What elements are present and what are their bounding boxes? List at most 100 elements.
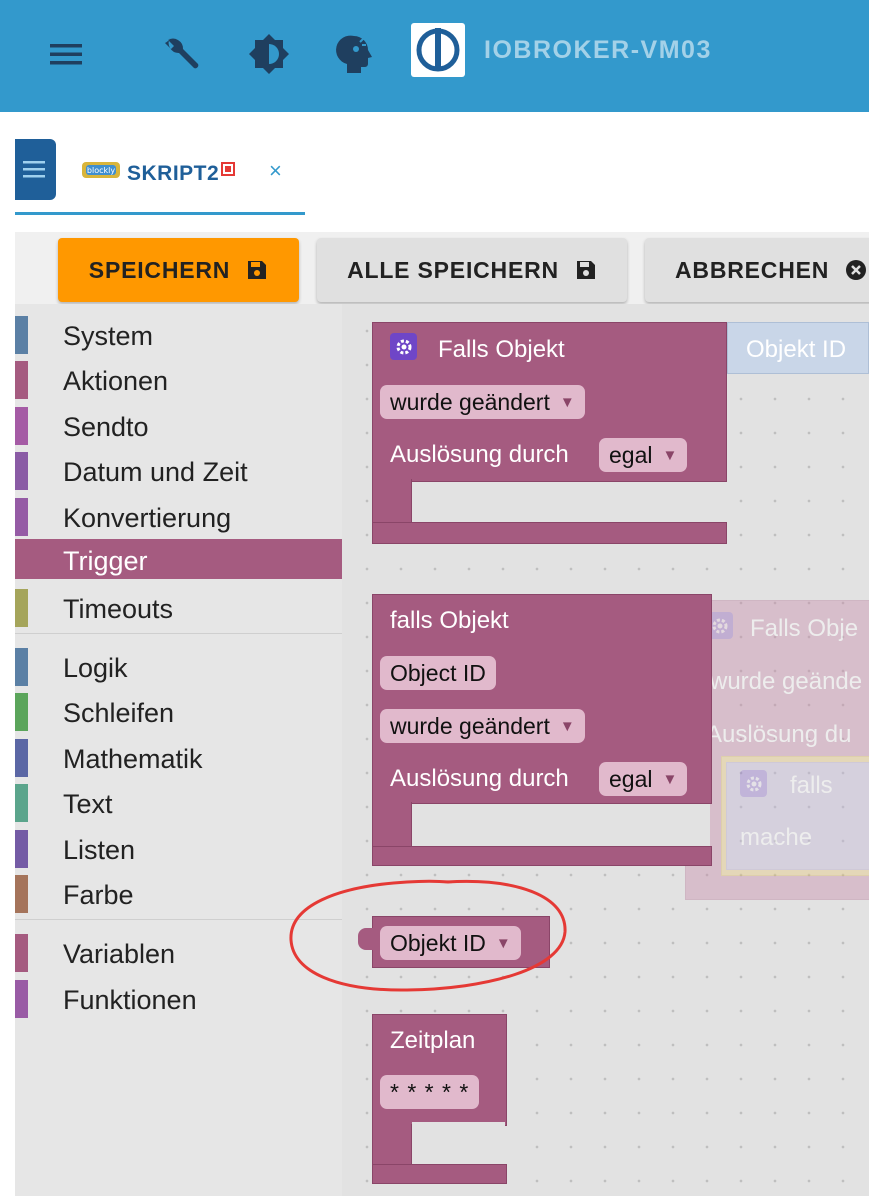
toolbox-category-datum-und-zeit[interactable]: Datum und Zeit xyxy=(15,448,342,492)
category-color-stripe xyxy=(15,875,28,913)
cancel-button[interactable]: ABBRECHEN xyxy=(645,238,869,302)
statement-slot[interactable] xyxy=(412,804,710,846)
toolbox-category-trigger[interactable]: Trigger xyxy=(15,539,342,579)
category-label: Funktionen xyxy=(63,985,197,1015)
toolbox-category-system[interactable]: System xyxy=(15,312,342,356)
category-label: Listen xyxy=(63,835,136,865)
chevron-down-icon: ▼ xyxy=(662,770,678,788)
category-color-stripe xyxy=(15,739,28,777)
category-label: Farbe xyxy=(63,880,134,910)
category-color-stripe xyxy=(15,784,28,822)
statement-slot[interactable] xyxy=(412,482,725,522)
gear-icon xyxy=(740,770,767,797)
category-label: Datum und Zeit xyxy=(63,457,248,487)
category-color-stripe xyxy=(15,980,28,1018)
scripts-menu-button[interactable] xyxy=(15,139,56,200)
object-id-field[interactable]: Object ID xyxy=(380,656,496,690)
category-color-stripe xyxy=(15,934,28,972)
floppy-icon xyxy=(576,261,595,279)
gear-icon[interactable] xyxy=(390,333,417,360)
schedule-block-foot xyxy=(372,1164,507,1184)
toolbox-category-mathematik[interactable]: Mathematik xyxy=(15,735,342,779)
category-color-stripe xyxy=(15,498,28,536)
brightness-icon[interactable] xyxy=(245,30,293,78)
category-label: Sendto xyxy=(63,412,149,442)
trigger-block-foot xyxy=(372,846,712,866)
trigger-source-value: egal xyxy=(609,441,653,468)
toolbox-category-schleifen[interactable]: Schleifen xyxy=(15,689,342,733)
trigger-source-dropdown[interactable]: egal ▼ xyxy=(599,762,688,796)
save-all-button[interactable]: ALLE SPEICHERN xyxy=(317,238,627,302)
category-label: Aktionen xyxy=(63,366,169,396)
trigger-label: Auslösung durch xyxy=(390,441,569,468)
ghost-if-label: falls xyxy=(790,772,833,799)
trigger-source-value: egal xyxy=(609,765,653,792)
category-color-stripe xyxy=(15,589,28,627)
toolbox-category-sendto[interactable]: Sendto xyxy=(15,403,342,447)
toolbox-category-konvertierung[interactable]: Konvertierung xyxy=(15,494,342,538)
script-stopped-icon xyxy=(221,162,235,176)
blockly-toolbox: System Aktionen Sendto Datum und Zeit Ko… xyxy=(15,304,342,1196)
ghost-do-label: mache xyxy=(740,824,813,851)
category-label: Timeouts xyxy=(63,594,174,624)
category-color-stripe xyxy=(15,316,28,354)
category-label: Schleifen xyxy=(63,698,175,728)
event-dropdown-value: wurde geändert xyxy=(390,712,550,739)
blockly-icon: blockly xyxy=(80,150,122,190)
category-label: Variablen xyxy=(63,939,176,969)
category-color-stripe xyxy=(15,407,28,445)
red-highlight-circle xyxy=(289,879,567,992)
save-all-button-label: ALLE SPEICHERN xyxy=(347,256,559,283)
category-label: Mathematik xyxy=(63,744,203,774)
trigger-label: Auslösung durch xyxy=(390,765,569,792)
event-dropdown-value: wurde geändert xyxy=(390,388,550,415)
cron-pattern-value: * * * * * xyxy=(390,1078,470,1105)
object-id-field-value: Object ID xyxy=(390,659,486,686)
trigger-source-dropdown[interactable]: egal ▼ xyxy=(599,438,688,472)
toolbox-category-aktionen[interactable]: Aktionen xyxy=(15,357,342,401)
category-color-stripe xyxy=(15,648,28,686)
event-dropdown[interactable]: wurde geändert ▼ xyxy=(380,709,585,743)
trigger-block-foot xyxy=(372,522,727,544)
category-label: Logik xyxy=(63,653,128,683)
category-label: System xyxy=(63,321,154,351)
category-color-stripe xyxy=(15,830,28,868)
expert-mode-icon[interactable] xyxy=(332,30,380,78)
ghost-block-event: wurde geände xyxy=(710,668,863,695)
save-button-label: SPEICHERN xyxy=(88,256,231,283)
editor-toolbar: SPEICHERN ALLE SPEICHERN ABBRECHEN xyxy=(15,232,869,304)
toolbox-category-timeouts[interactable]: Timeouts xyxy=(15,585,342,629)
toolbox-category-text[interactable]: Text xyxy=(15,780,342,824)
schedule-block-title: Zeitplan xyxy=(390,1027,476,1054)
trigger-block-title: falls Objekt xyxy=(390,607,509,634)
wrench-icon[interactable] xyxy=(158,30,206,78)
tab-row: blockly SKRIPT2 × xyxy=(0,112,869,232)
app-bar: IOBROKER-VM03 xyxy=(0,0,869,112)
save-button[interactable]: SPEICHERN xyxy=(58,238,299,302)
tab-close-icon[interactable]: × xyxy=(269,158,282,184)
chevron-down-icon: ▼ xyxy=(559,393,575,411)
category-color-stripe xyxy=(15,452,28,490)
event-dropdown[interactable]: wurde geändert ▼ xyxy=(380,385,585,419)
floppy-icon xyxy=(248,261,267,279)
chevron-down-icon: ▼ xyxy=(662,446,678,464)
toolbox-category-listen[interactable]: Listen xyxy=(15,826,342,870)
tab-active-indicator xyxy=(15,212,305,215)
blockly-workspace[interactable]: Falls Obje wurde geände Auslösung du fal… xyxy=(289,304,869,1196)
cancel-icon xyxy=(846,260,867,280)
app-title: IOBROKER-VM03 xyxy=(484,36,712,64)
statement-slot[interactable] xyxy=(412,1122,505,1164)
category-label: Trigger xyxy=(63,546,148,576)
cron-pattern-field[interactable]: * * * * * xyxy=(380,1075,480,1109)
toolbox-category-logik[interactable]: Logik xyxy=(15,644,342,688)
category-label: Konvertierung xyxy=(63,503,232,533)
left-edge xyxy=(0,112,15,1196)
toolbox-separator xyxy=(15,633,342,634)
tab-script-label[interactable]: SKRIPT2 xyxy=(127,162,219,186)
menu-icon[interactable] xyxy=(42,30,90,78)
cancel-button-label: ABBRECHEN xyxy=(675,256,830,283)
category-label: Text xyxy=(63,789,113,819)
category-color-stripe xyxy=(15,361,28,399)
iobroker-logo xyxy=(411,23,465,77)
chevron-down-icon: ▼ xyxy=(559,717,575,735)
